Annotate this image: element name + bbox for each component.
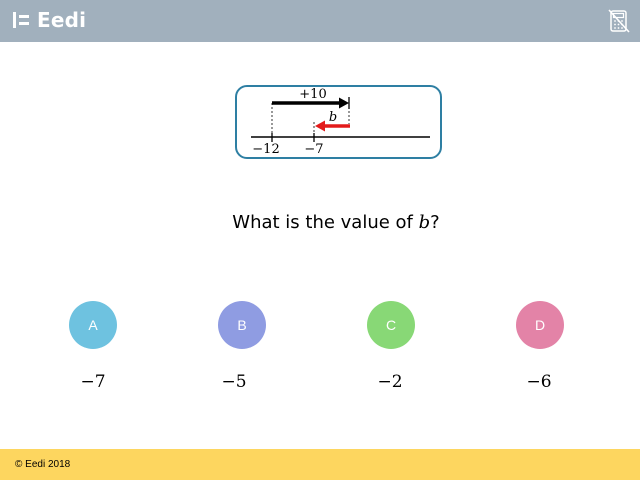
number-line-diagram: +10 b −12 −7 bbox=[251, 87, 430, 157]
plus-ten-arrowhead bbox=[339, 97, 349, 109]
b-label: b bbox=[329, 110, 337, 125]
tick-label-minus-12: −12 bbox=[252, 142, 279, 157]
option-b-answer: −5 bbox=[221, 372, 247, 392]
question-suffix: ? bbox=[430, 212, 440, 233]
option-c-button[interactable]: C bbox=[367, 301, 415, 349]
option-d-button[interactable]: D bbox=[516, 301, 564, 349]
option-c-answer: −2 bbox=[377, 372, 403, 392]
tick-label-minus-7: −7 bbox=[304, 142, 323, 157]
question-text: What is the value of b? bbox=[0, 212, 640, 233]
no-calculator-icon bbox=[608, 9, 630, 33]
header-bar: Eedi bbox=[0, 0, 640, 42]
footer-bar: © Eedi 2018 bbox=[0, 449, 640, 480]
copyright-text: © Eedi 2018 bbox=[15, 459, 71, 470]
plus-ten-label: +10 bbox=[299, 87, 326, 102]
question-prefix: What is the value of bbox=[232, 212, 419, 233]
option-a-button[interactable]: A bbox=[69, 301, 117, 349]
option-d-answer: −6 bbox=[526, 372, 552, 392]
b-arrowhead bbox=[315, 120, 325, 132]
brand-logo[interactable]: Eedi bbox=[13, 8, 86, 32]
brand-name: Eedi bbox=[37, 8, 87, 32]
eedi-logo-icon bbox=[13, 11, 31, 29]
question-variable: b bbox=[418, 212, 431, 233]
option-a-answer: −7 bbox=[80, 372, 106, 392]
option-b-button[interactable]: B bbox=[218, 301, 266, 349]
